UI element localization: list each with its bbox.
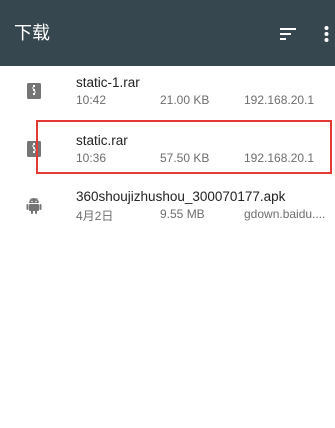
sort-icon: [280, 28, 296, 40]
sort-button[interactable]: [276, 22, 300, 46]
archive-icon: [27, 83, 41, 99]
file-name: 360shoujizhushou_300070177.apk: [76, 189, 286, 204]
file-name: static-1.rar: [76, 75, 140, 90]
file-size: 21.00 KB: [160, 93, 210, 107]
download-item[interactable]: static.rar 10:36 57.50 KB 192.168.20.1: [0, 124, 335, 184]
archive-icon: [27, 141, 41, 157]
file-time: 10:42: [76, 93, 107, 107]
download-item[interactable]: 360shoujizhushou_300070177.apk 4月2日 9.55…: [0, 180, 335, 240]
android-icon: [25, 196, 43, 214]
file-time: 10:36: [76, 151, 107, 165]
file-time: 4月2日: [76, 209, 114, 223]
file-host: gdown.baidu....: [244, 207, 326, 221]
file-host: 192.168.20.1: [244, 93, 315, 107]
file-host: 192.168.20.1: [244, 151, 315, 165]
file-name: static.rar: [76, 133, 128, 148]
more-vert-icon: [324, 26, 329, 42]
overflow-menu-button[interactable]: [318, 22, 335, 46]
download-item[interactable]: static-1.rar 10:42 21.00 KB 192.168.20.1: [0, 66, 335, 126]
file-size: 57.50 KB: [160, 151, 210, 165]
file-size: 9.55 MB: [160, 207, 205, 221]
page-title: 下载: [14, 23, 50, 44]
app-bar: 下载: [0, 0, 335, 66]
